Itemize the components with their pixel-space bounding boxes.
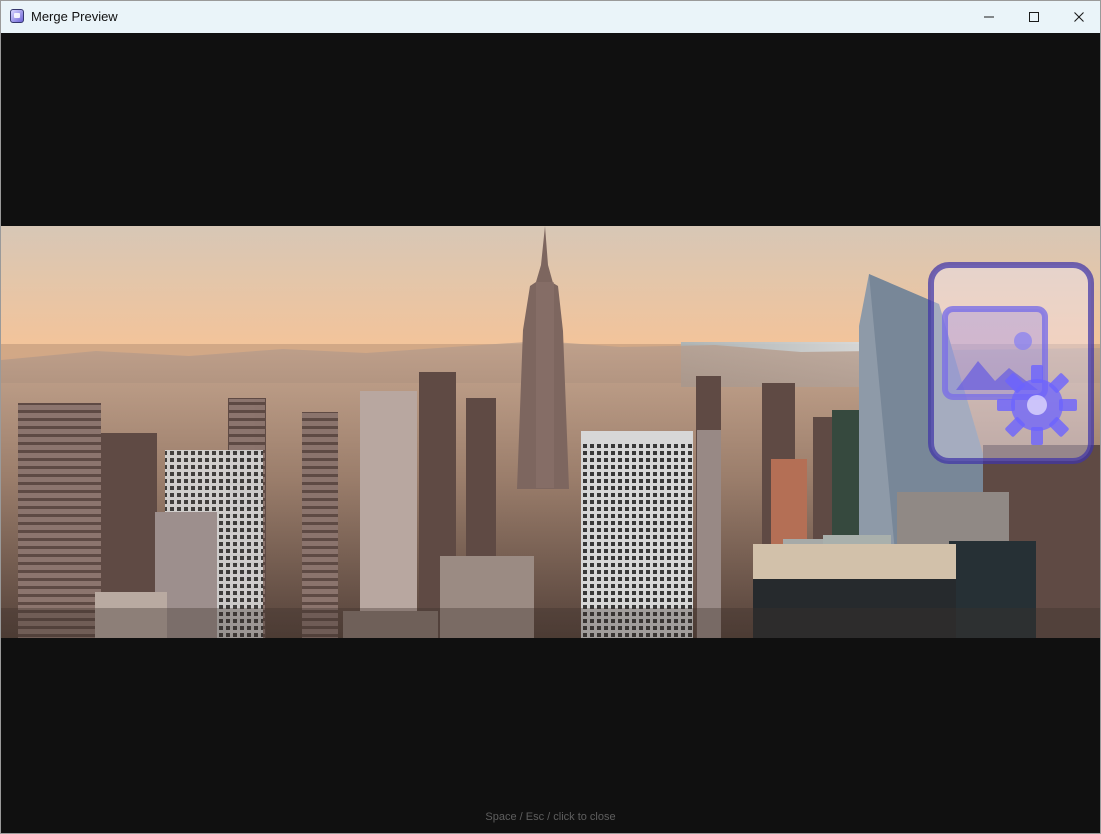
close-icon [1073, 12, 1084, 22]
merge-preview-window: Merge Preview Space / Esc / click to clo… [0, 0, 1101, 834]
image-settings-icon [928, 262, 1094, 464]
minimize-button[interactable] [966, 1, 1011, 33]
title-bar: Merge Preview [1, 1, 1100, 33]
close-hint: Space / Esc / click to close [485, 811, 616, 823]
maximize-button[interactable] [1011, 1, 1056, 33]
window-title: Merge Preview [31, 9, 118, 24]
minimize-icon [983, 16, 994, 18]
app-icon [10, 9, 24, 23]
maximize-icon [1028, 12, 1039, 22]
preview-area[interactable]: Space / Esc / click to close [1, 33, 1100, 833]
close-button[interactable] [1056, 1, 1100, 33]
